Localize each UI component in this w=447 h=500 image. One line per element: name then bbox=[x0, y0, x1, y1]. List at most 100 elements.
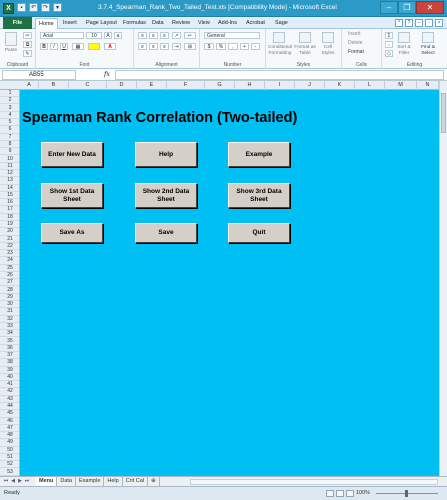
row-header[interactable]: 1 bbox=[0, 90, 19, 98]
row-header[interactable]: 40 bbox=[0, 374, 19, 382]
row-header[interactable]: 5 bbox=[0, 119, 19, 127]
column-header[interactable]: K bbox=[325, 81, 355, 90]
number-format-select[interactable]: General bbox=[204, 32, 260, 39]
column-header[interactable]: H bbox=[235, 81, 265, 90]
copy-icon[interactable]: ⧉ bbox=[23, 41, 32, 48]
row-header[interactable]: 38 bbox=[0, 359, 19, 367]
normal-view-icon[interactable] bbox=[326, 490, 334, 497]
row-header[interactable]: 51 bbox=[0, 454, 19, 462]
column-header[interactable]: D bbox=[107, 81, 137, 90]
shrink-font-icon[interactable]: a bbox=[114, 32, 122, 39]
formula-input[interactable] bbox=[115, 70, 444, 80]
row-header[interactable]: 9 bbox=[0, 148, 19, 156]
row-header[interactable]: 45 bbox=[0, 410, 19, 418]
grow-font-icon[interactable]: A bbox=[104, 32, 112, 39]
row-header[interactable]: 34 bbox=[0, 330, 19, 338]
align-top-icon[interactable]: ≡ bbox=[138, 32, 147, 39]
vertical-scrollbar[interactable] bbox=[439, 81, 447, 476]
sheet-tab-example[interactable]: Example bbox=[76, 477, 105, 486]
row-header[interactable]: 36 bbox=[0, 345, 19, 352]
wrap-text-icon[interactable]: ↵ bbox=[184, 32, 196, 39]
tab-add-ins[interactable]: Add-Ins bbox=[218, 18, 237, 29]
row-header[interactable]: 30 bbox=[0, 301, 19, 309]
column-header[interactable]: F bbox=[167, 81, 205, 90]
row-header[interactable]: 33 bbox=[0, 323, 19, 331]
sort-filter-icon[interactable] bbox=[398, 32, 410, 43]
row-header[interactable]: 8 bbox=[0, 141, 19, 149]
find-select-icon[interactable] bbox=[422, 32, 434, 43]
orientation-icon[interactable]: ↗ bbox=[172, 32, 181, 39]
row-header[interactable]: 24 bbox=[0, 257, 19, 265]
row-header[interactable]: 14 bbox=[0, 185, 19, 192]
borders-icon[interactable]: ▦ bbox=[72, 43, 84, 50]
row-header[interactable]: 46 bbox=[0, 418, 19, 425]
tab-file[interactable]: File bbox=[3, 17, 32, 29]
row-header[interactable]: 22 bbox=[0, 243, 19, 251]
currency-button[interactable]: $ bbox=[204, 43, 214, 50]
row-header[interactable]: 11 bbox=[0, 163, 19, 170]
paste-icon[interactable] bbox=[5, 32, 17, 46]
clear-icon[interactable]: ◇ bbox=[385, 50, 393, 57]
show-1st-data-sheet-button[interactable]: Show 1st Data Sheet bbox=[41, 183, 103, 208]
restore-button[interactable]: ❐ bbox=[398, 1, 416, 14]
align-middle-icon[interactable]: ≡ bbox=[149, 32, 158, 39]
tab-formulas[interactable]: Formulas bbox=[123, 18, 146, 29]
row-header[interactable]: 49 bbox=[0, 439, 19, 447]
font-name-select[interactable]: Arial bbox=[40, 32, 84, 39]
row-header[interactable]: 25 bbox=[0, 265, 19, 272]
insert-function-icon[interactable]: fx bbox=[104, 70, 110, 78]
row-header[interactable]: 12 bbox=[0, 170, 19, 178]
tab-data[interactable]: Data bbox=[152, 18, 164, 29]
row-header[interactable]: 10 bbox=[0, 156, 19, 163]
row-header[interactable]: 26 bbox=[0, 272, 19, 280]
save-button[interactable]: Save bbox=[135, 223, 197, 243]
underline-icon[interactable]: U bbox=[60, 43, 68, 50]
tab-view[interactable]: View bbox=[198, 18, 210, 29]
zoom-slider-knob[interactable] bbox=[405, 490, 408, 497]
first-sheet-icon[interactable]: ⏮ bbox=[3, 478, 9, 485]
cell-styles-icon[interactable] bbox=[322, 32, 334, 43]
show-2nd-data-sheet-button[interactable]: Show 2nd Data Sheet bbox=[135, 183, 197, 208]
vertical-scroll-thumb[interactable] bbox=[441, 93, 446, 133]
row-header[interactable]: 21 bbox=[0, 236, 19, 243]
row-header[interactable]: 39 bbox=[0, 367, 19, 374]
row-header[interactable]: 35 bbox=[0, 338, 19, 345]
format-as-table-icon[interactable] bbox=[299, 32, 311, 43]
row-header[interactable]: 50 bbox=[0, 447, 19, 454]
autosum-icon[interactable]: Σ bbox=[385, 32, 393, 39]
redo-icon[interactable]: ↷ bbox=[41, 3, 50, 12]
font-size-select[interactable]: 10 bbox=[86, 32, 102, 39]
workbook-close-icon[interactable]: × bbox=[435, 19, 443, 27]
increase-decimal-icon[interactable]: + bbox=[240, 43, 249, 50]
example-button[interactable]: Example bbox=[228, 142, 290, 167]
row-header[interactable]: 3 bbox=[0, 105, 19, 112]
menu-sheet[interactable]: Spearman Rank Correlation (Two-tailed) E… bbox=[20, 90, 439, 476]
help-button[interactable]: Help bbox=[135, 142, 197, 167]
enter-new-data-button[interactable]: Enter New Data bbox=[41, 142, 103, 167]
fill-color-icon[interactable] bbox=[88, 43, 100, 50]
zoom-slider[interactable] bbox=[376, 490, 438, 497]
row-header[interactable]: 20 bbox=[0, 228, 19, 236]
sheet-tab-menu[interactable]: Menu bbox=[36, 477, 58, 486]
percent-button[interactable]: % bbox=[216, 43, 226, 50]
row-header[interactable]: 43 bbox=[0, 396, 19, 403]
save-as-button[interactable]: Save As bbox=[41, 223, 103, 243]
insert-sheet-icon[interactable]: ⊕ bbox=[148, 477, 160, 486]
tab-page-layout[interactable]: Page Layout bbox=[86, 18, 117, 29]
column-header[interactable]: L bbox=[355, 81, 385, 90]
sheet-tab-help[interactable]: Help bbox=[104, 477, 123, 486]
tab-sage[interactable]: Sage bbox=[275, 18, 288, 29]
sheet-tab-data[interactable]: Data bbox=[57, 477, 76, 486]
minimize-ribbon-icon[interactable]: ^ bbox=[395, 19, 403, 27]
horizontal-scrollbar[interactable] bbox=[190, 479, 438, 485]
tab-home[interactable]: Home bbox=[35, 18, 58, 29]
row-header[interactable]: 17 bbox=[0, 206, 19, 214]
column-header[interactable]: N bbox=[417, 81, 439, 90]
save-icon[interactable]: ▪ bbox=[17, 3, 26, 12]
customize-qat-icon[interactable]: ▾ bbox=[53, 3, 62, 12]
row-header[interactable]: 19 bbox=[0, 221, 19, 229]
font-color-icon[interactable]: A bbox=[104, 43, 116, 50]
insert-cells-button[interactable]: Insert bbox=[345, 30, 379, 37]
close-button[interactable]: ✕ bbox=[416, 1, 444, 14]
align-bottom-icon[interactable]: ≡ bbox=[160, 32, 169, 39]
